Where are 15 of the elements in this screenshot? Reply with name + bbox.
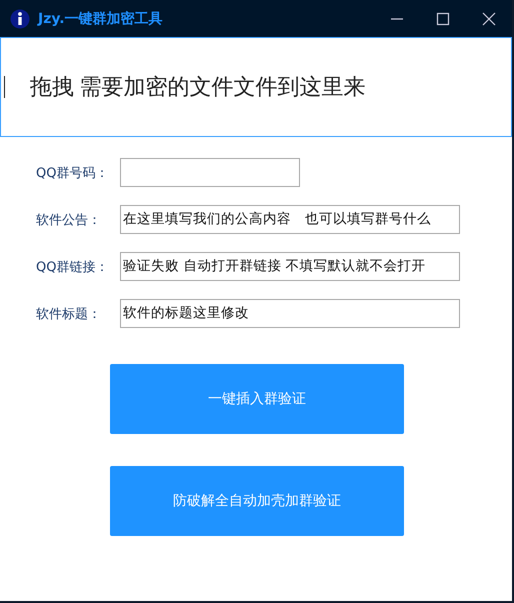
drop-zone-text: 拖拽 需要加密的文件文件到这里来 xyxy=(30,73,366,101)
input-field[interactable]: 验证失败 自动打开群链接 不填写默认就不会打开 xyxy=(120,252,460,281)
field-label: QQ群号码： xyxy=(36,164,110,182)
maximize-icon xyxy=(436,12,450,26)
field-label: 软件标题： xyxy=(36,306,102,322)
close-icon xyxy=(482,12,496,26)
input-field[interactable] xyxy=(120,158,300,187)
field-label: 软件公告： xyxy=(36,212,102,228)
drop-zone[interactable]: 拖拽 需要加密的文件文件到这里来 xyxy=(0,37,512,137)
input-field[interactable]: 软件的标题这里修改 xyxy=(120,299,460,328)
window-title: Jzy.一键群加密工具 xyxy=(38,10,163,28)
input-field[interactable]: 在这里填写我们的公高内容 也可以填写群号什么 xyxy=(120,205,460,234)
minimize-icon xyxy=(390,18,404,20)
info-icon xyxy=(10,8,30,28)
field-label: QQ群链接： xyxy=(36,258,110,276)
